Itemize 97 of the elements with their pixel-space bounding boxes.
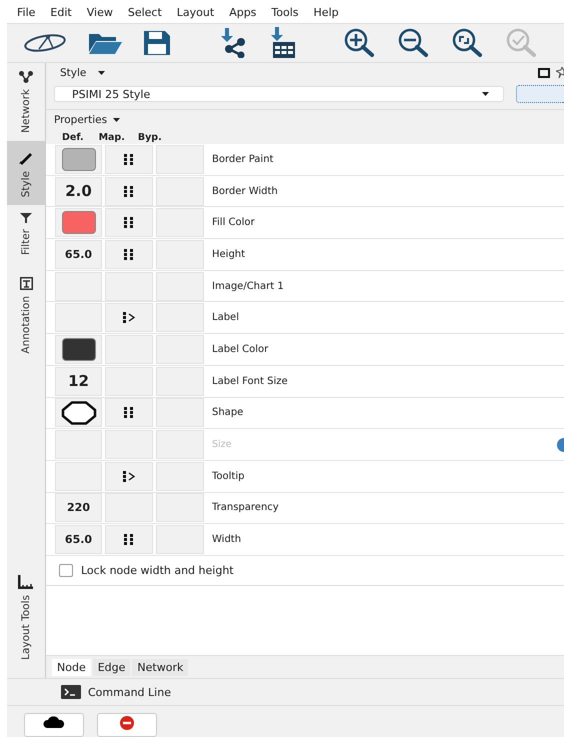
panel-title[interactable]: Style (60, 67, 86, 79)
command-line-label[interactable]: Command Line (88, 686, 171, 698)
zoom-out-icon[interactable] (397, 28, 431, 58)
bypass-cell[interactable] (156, 208, 204, 238)
stop-icon (120, 716, 134, 730)
property-name: Label Font Size (212, 376, 288, 387)
property-name: Size (212, 439, 232, 450)
tab[interactable]: Network (132, 658, 188, 676)
column-header: Map. (98, 132, 125, 142)
bypass-cell[interactable] (156, 303, 204, 332)
default-cell[interactable] (55, 398, 102, 428)
default-cell[interactable]: 65.0 (55, 525, 102, 554)
bypass-cell[interactable] (156, 525, 204, 554)
default-cell[interactable] (55, 272, 102, 301)
mapping-cell[interactable] (105, 462, 153, 491)
mapping-cell[interactable] (105, 144, 153, 174)
cloud-button[interactable] (24, 713, 84, 737)
caret-icon[interactable] (113, 118, 120, 122)
property-name: Shape (212, 407, 244, 418)
property-name: Width (212, 534, 242, 546)
bypass-cell[interactable] (156, 144, 204, 174)
mapping-cell[interactable] (105, 493, 153, 522)
side-tab[interactable]: Network (7, 63, 45, 141)
property-name: Tooltip (212, 470, 244, 482)
side-tab[interactable]: Annotation (7, 263, 45, 362)
default-cell[interactable]: 220 (55, 493, 102, 522)
checkbox[interactable] (59, 564, 73, 577)
mapping-cell[interactable] (105, 272, 153, 301)
network-icon (19, 71, 33, 83)
octagon-icon (60, 400, 96, 425)
mapping-cell[interactable] (105, 366, 153, 396)
side-tab[interactable]: Layout Tools (7, 567, 45, 668)
mapping-cell[interactable] (105, 303, 153, 332)
menu-item[interactable]: Tools (271, 6, 299, 19)
ruler-icon (18, 575, 34, 590)
bypass-cell[interactable] (156, 366, 204, 396)
menu-item[interactable]: View (86, 6, 113, 19)
side-tab[interactable]: Style (7, 140, 45, 206)
section-title[interactable]: Properties (54, 114, 108, 126)
bypass-cell[interactable] (156, 240, 204, 269)
save-icon[interactable] (143, 30, 171, 56)
default-cell[interactable]: 2.0 (55, 176, 102, 206)
zoom-in-icon[interactable] (343, 28, 377, 58)
text-box-icon (20, 277, 32, 290)
column-header: Byp. (138, 132, 162, 142)
menu-item[interactable]: Apps (229, 6, 256, 19)
column-header: Def. (62, 132, 84, 142)
default-cell[interactable] (55, 334, 102, 364)
property-name: Height (212, 248, 246, 260)
zoom-fit-icon[interactable] (451, 28, 485, 58)
default-cell[interactable] (55, 430, 102, 460)
property-name: Label (212, 312, 239, 324)
property-name: Fill Color (212, 217, 255, 228)
default-cell[interactable] (55, 303, 102, 332)
default-cell[interactable] (55, 144, 102, 174)
property-name: Transparency (212, 502, 279, 514)
default-cell[interactable] (55, 208, 102, 238)
property-name: Border Width (212, 186, 278, 197)
default-cell[interactable] (55, 462, 102, 491)
default-cell[interactable]: 12 (55, 366, 102, 396)
caret-icon (482, 92, 489, 96)
mapping-cell[interactable] (105, 398, 153, 428)
menu-item[interactable]: Help (314, 6, 339, 19)
mapping-cell[interactable] (105, 208, 153, 238)
tab[interactable]: Edge (92, 658, 130, 676)
mapping-cell[interactable] (105, 176, 153, 206)
property-name: Label Color (212, 344, 268, 355)
options-button[interactable] (516, 85, 564, 103)
bypass-cell[interactable] (156, 272, 204, 301)
tab[interactable]: Node (52, 658, 91, 676)
maximize-icon[interactable] (538, 68, 550, 78)
property-name: Image/Chart 1 (212, 280, 284, 292)
property-name: Border Paint (212, 154, 274, 165)
mapping-cell[interactable] (105, 334, 153, 364)
menu-item[interactable]: Select (128, 6, 162, 19)
style-dropdown[interactable]: PSIMI 25 Style (54, 86, 504, 102)
filter-icon (20, 213, 32, 224)
bypass-cell[interactable] (156, 398, 204, 428)
mapping-cell[interactable] (105, 240, 153, 269)
bypass-cell[interactable] (156, 493, 204, 522)
bypass-cell[interactable] (156, 176, 204, 206)
side-tab[interactable]: Filter (7, 205, 45, 264)
menu-item[interactable]: File (17, 6, 36, 19)
bypass-cell[interactable] (156, 462, 204, 491)
stop-button[interactable] (97, 713, 157, 737)
star-icon[interactable] (556, 67, 564, 79)
bypass-cell[interactable] (156, 430, 204, 460)
terminal-icon (61, 685, 81, 699)
mapping-cell[interactable] (105, 430, 153, 460)
menu-item[interactable]: Edit (50, 6, 72, 19)
mapping-cell[interactable] (105, 525, 153, 554)
checkbox-label: Lock node width and height (81, 564, 234, 577)
default-cell[interactable]: 65.0 (55, 240, 102, 269)
menu-item[interactable]: Layout (176, 6, 214, 19)
caret-icon[interactable] (98, 71, 106, 75)
cloud-icon (43, 716, 65, 728)
bypass-cell[interactable] (156, 334, 204, 364)
